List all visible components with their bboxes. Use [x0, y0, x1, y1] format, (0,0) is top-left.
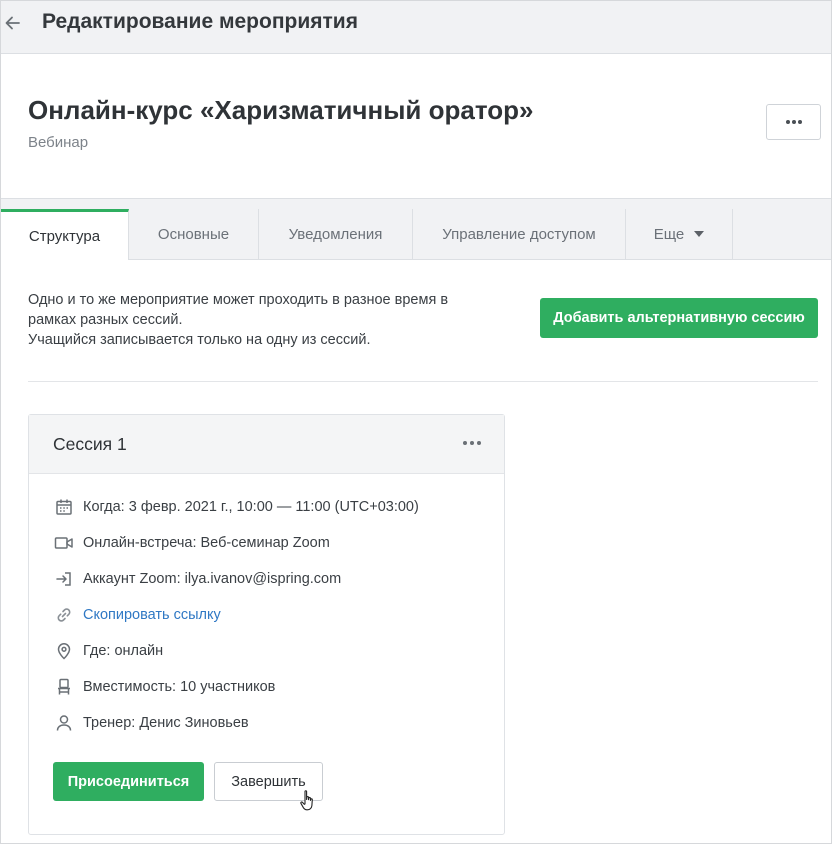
session-account-text: Аккаунт Zoom: ilya.ivanov@ispring.com	[83, 571, 342, 587]
event-more-button[interactable]	[766, 104, 821, 140]
add-alternative-session-button[interactable]: Добавить альтернативную сессию	[540, 298, 818, 338]
session-title: Сессия 1	[53, 434, 127, 454]
tabs-strip	[1, 199, 831, 209]
event-header: Онлайн-курс «Харизматичный оратор» Вебин…	[1, 54, 831, 199]
tab-label: Структура	[28, 227, 101, 245]
session-capacity-text: Вместимость: 10 участников	[83, 679, 276, 695]
divider	[28, 381, 818, 382]
link-icon	[53, 604, 75, 626]
caret-down-icon	[694, 231, 705, 237]
tab-notifications[interactable]: Уведомления	[259, 209, 413, 259]
calendar-icon	[53, 496, 75, 518]
intro-line: Учащийся записывается только на одну из …	[28, 332, 371, 348]
more-dots-icon	[785, 120, 802, 124]
tab-access-management[interactable]: Управление доступом	[413, 209, 626, 259]
tab-label: Уведомления	[288, 225, 383, 243]
intro-line: Одно и то же мероприятие может проходить…	[28, 292, 449, 308]
tab-label: Управление доступом	[442, 225, 596, 243]
session-when-text: Когда: 3 февр. 2021 г., 10:00 — 11:00 (U…	[83, 499, 419, 515]
session-where-text: Где: онлайн	[83, 643, 164, 659]
session-meeting-text: Онлайн-встреча: Веб-семинар Zoom	[83, 535, 330, 551]
chair-icon	[53, 676, 75, 698]
session-when: Когда: 3 февр. 2021 г., 10:00 — 11:00 (U…	[53, 496, 419, 518]
sessions-intro-text: Одно и то же мероприятие может проходить…	[28, 290, 448, 350]
session-trainer: Тренер: Денис Зиновьев	[53, 712, 249, 734]
session-card-header: Сессия 1	[29, 415, 504, 474]
event-type: Вебинар	[28, 134, 89, 151]
session-copy-link[interactable]: Скопировать ссылку	[53, 604, 221, 626]
session-where: Где: онлайн	[53, 640, 163, 662]
top-bar: Редактирование мероприятия	[1, 1, 831, 54]
event-title: Онлайн-курс «Харизматичный оратор»	[28, 95, 534, 125]
session-capacity: Вместимость: 10 участников	[53, 676, 275, 698]
tab-bar: Структура Основные Уведомления Управлени…	[1, 209, 831, 260]
hand-cursor-icon	[300, 790, 313, 811]
copy-link[interactable]: Скопировать ссылку	[83, 607, 221, 623]
more-dots-icon[interactable]	[461, 437, 483, 449]
tab-label: Еще	[653, 225, 685, 243]
tab-general[interactable]: Основные	[129, 209, 259, 259]
join-button[interactable]: Присоединиться	[53, 762, 204, 801]
page-title: Редактирование мероприятия	[42, 10, 358, 33]
back-arrow-icon[interactable]	[3, 13, 23, 33]
tab-structure[interactable]: Структура	[1, 209, 129, 260]
tab-label: Основные	[157, 225, 230, 243]
session-account: Аккаунт Zoom: ilya.ivanov@ispring.com	[53, 568, 341, 590]
intro-line: рамках разных сессий.	[28, 312, 183, 328]
location-pin-icon	[53, 640, 75, 662]
user-icon	[53, 712, 75, 734]
tab-more[interactable]: Еще	[626, 209, 733, 259]
session-trainer-text: Тренер: Денис Зиновьев	[83, 715, 249, 731]
video-camera-icon	[53, 532, 75, 554]
sign-in-icon	[53, 568, 75, 590]
session-card: Сессия 1 Когда: 3 февр. 2021 г., 10:00 —…	[28, 414, 505, 835]
session-meeting: Онлайн-встреча: Веб-семинар Zoom	[53, 532, 330, 554]
